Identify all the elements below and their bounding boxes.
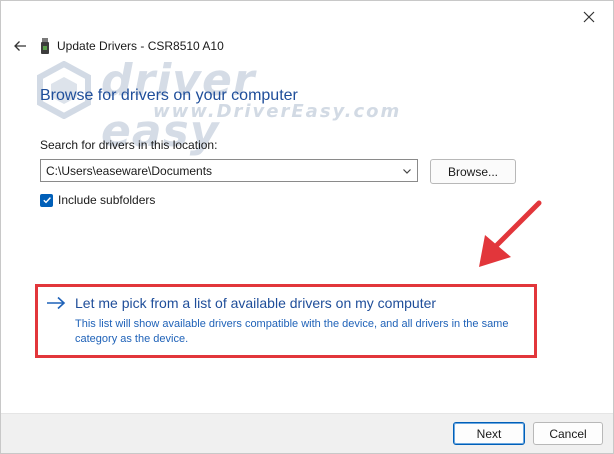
back-button[interactable] [9, 35, 31, 57]
next-button[interactable]: Next [453, 422, 525, 445]
dialog-header: Update Drivers - CSR8510 A10 [9, 35, 224, 57]
browse-button[interactable]: Browse... [430, 159, 516, 184]
chevron-down-icon[interactable] [402, 166, 412, 176]
include-subfolders-label: Include subfolders [58, 193, 156, 207]
include-subfolders-checkbox[interactable] [40, 193, 53, 207]
pick-from-list-title[interactable]: Let me pick from a list of available dri… [75, 295, 436, 311]
close-button[interactable] [577, 5, 601, 29]
include-subfolders-option[interactable]: Include subfolders [40, 193, 155, 207]
page-heading: Browse for drivers on your computer [40, 87, 298, 104]
update-drivers-dialog: Update Drivers - CSR8510 A10 driver easy… [0, 0, 614, 454]
search-location-combobox[interactable]: C:\Users\easeware\Documents [40, 159, 418, 182]
window-title: Update Drivers - CSR8510 A10 [57, 39, 224, 53]
search-location-label: Search for drivers in this location: [40, 138, 218, 152]
close-icon [583, 11, 595, 23]
red-pointer-arrow-icon [479, 200, 542, 267]
search-location-value: C:\Users\easeware\Documents [46, 163, 213, 178]
pick-from-list-link[interactable]: Let me pick from a list of available dri… [46, 295, 436, 311]
bluetooth-dongle-icon [40, 38, 50, 54]
right-arrow-icon [46, 295, 66, 311]
back-arrow-icon [14, 41, 26, 51]
cancel-button[interactable]: Cancel [533, 422, 603, 445]
checkmark-icon [42, 197, 51, 204]
pick-from-list-description: This list will show available drivers co… [75, 318, 509, 345]
